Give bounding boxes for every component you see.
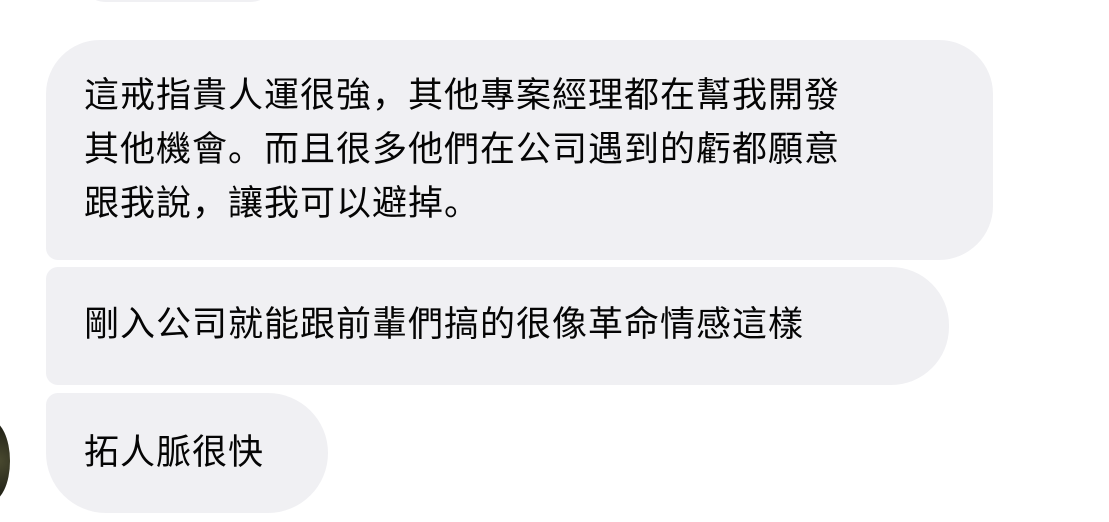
message-bubble[interactable]: 拓人脈很快	[46, 393, 328, 513]
message-text-line: 剛入公司就能跟前輩們搞的很像革命情感這樣	[84, 305, 805, 345]
message-bubble[interactable]: 剛入公司就能跟前輩們搞的很像革命情感這樣	[46, 267, 949, 385]
message-text-line: 這戒指貴人運很強，其他專案經理都在幫我開發	[84, 76, 841, 116]
message-text-line: 拓人脈很快	[84, 433, 265, 473]
message-bubble[interactable]: 這戒指貴人運很強，其他專案經理都在幫我開發 其他機會。而且很多他們在公司遇到的虧…	[46, 40, 993, 260]
message-text-line: 跟我說，讓我可以避掉。	[84, 184, 481, 224]
sender-avatar[interactable]	[0, 420, 10, 502]
message-text-line: 其他機會。而且很多他們在公司遇到的虧都願意	[84, 130, 841, 170]
previous-message-bubble[interactable]	[78, 0, 278, 2]
chat-thread: 這戒指貴人運很強，其他專案經理都在幫我開發 其他機會。而且很多他們在公司遇到的虧…	[0, 0, 1109, 522]
